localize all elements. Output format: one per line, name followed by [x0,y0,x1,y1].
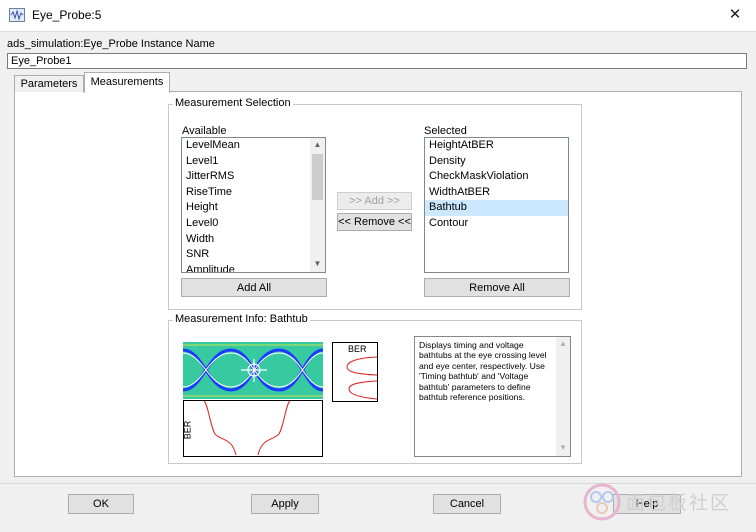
remove-button[interactable]: << Remove << [337,213,412,231]
scroll-down-icon[interactable]: ▼ [556,443,570,452]
description-box[interactable]: Displays timing and voltage bathtubs at … [414,336,571,457]
available-item[interactable]: Height [182,200,308,216]
cancel-button[interactable]: Cancel [433,494,501,514]
available-item[interactable]: Level0 [182,216,308,232]
window-title: Eye_Probe:5 [32,8,102,22]
selected-item[interactable]: Density [425,154,568,170]
description-scrollbar[interactable]: ▲ ▼ [556,337,570,456]
add-all-button[interactable]: Add All [181,278,327,297]
title-bar [0,0,756,32]
scrollbar-thumb[interactable] [312,154,323,200]
available-label: Available [182,125,227,137]
watermark-text: 面包板社区 [626,492,732,514]
available-item[interactable]: Level1 [182,154,308,170]
selected-item[interactable]: Contour [425,216,568,232]
ber-vertical-label: BER [182,420,193,440]
watermark-logo-icon [583,483,621,521]
available-scrollbar[interactable]: ▲ ▼ [310,138,325,272]
tab-measurements[interactable]: Measurements [84,72,170,93]
timing-bathtub-plot: BER [182,400,323,457]
measurement-selection-title: Measurement Selection [173,97,293,109]
available-item[interactable]: SNR [182,247,308,263]
available-item[interactable]: RiseTime [182,185,308,201]
eye-diagram-image [183,342,323,399]
watermark: 面包板社区 [578,474,754,530]
voltage-bathtub-plot: BER [332,342,378,402]
selected-item[interactable]: WidthAtBER [425,185,568,201]
selected-item[interactable]: Bathtub [425,200,568,216]
instance-name-input[interactable] [7,53,747,69]
selected-list[interactable]: HeightAtBER Density CheckMaskViolation Widt… [424,137,569,273]
scroll-down-icon[interactable]: ▼ [310,259,325,268]
tab-parameters[interactable]: Parameters [14,75,84,92]
measurement-info-title: Measurement Info: Bathtub [173,313,310,325]
instance-name-label: ads_simulation:Eye_Probe Instance Name [7,38,215,50]
close-icon[interactable]: ✕ [720,2,750,28]
scroll-up-icon[interactable]: ▲ [310,140,325,149]
available-item[interactable]: Width [182,232,308,248]
selected-item[interactable]: HeightAtBER [425,138,568,154]
available-list[interactable]: LevelMean Level1 JitterRMS RiseTime Height Le… [181,137,326,273]
app-icon [9,8,25,22]
available-item[interactable]: LevelMean [182,138,308,154]
description-text: Displays timing and voltage bathtubs at … [419,340,547,403]
available-item[interactable]: JitterRMS [182,169,308,185]
scroll-up-icon[interactable]: ▲ [556,339,570,348]
ok-button[interactable]: OK [68,494,134,514]
add-button[interactable]: >> Add >> [337,192,412,210]
selected-item[interactable]: CheckMaskViolation [425,169,568,185]
ber-label: BER [348,344,367,354]
available-item[interactable]: Amplitude [182,263,308,272]
selected-label: Selected [424,125,467,137]
apply-button[interactable]: Apply [251,494,319,514]
remove-all-button[interactable]: Remove All [424,278,570,297]
